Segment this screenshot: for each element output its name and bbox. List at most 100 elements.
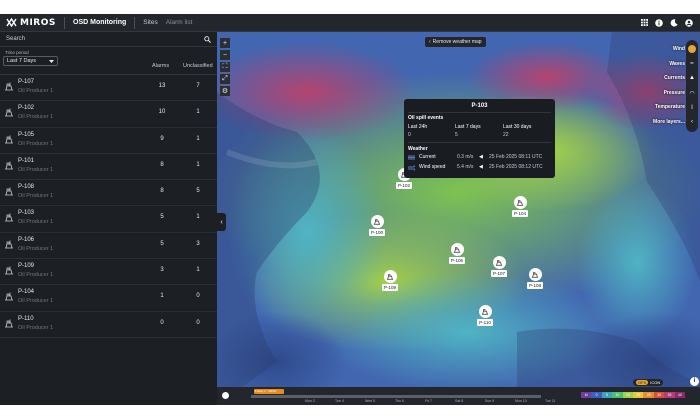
apps-grid-icon[interactable]	[641, 19, 648, 26]
layer-wind[interactable]: Wind	[653, 42, 685, 57]
layer-more[interactable]: More layers...	[653, 115, 685, 130]
site-row[interactable]: P-108 Oil Producer 1 8 5	[0, 180, 217, 207]
chevron-down-icon	[49, 59, 54, 63]
nav-alarm-list[interactable]: Alarm list	[166, 14, 201, 31]
site-marker[interactable]: P-110	[474, 305, 496, 326]
site-marker-label: P-107	[490, 270, 507, 277]
site-name: P-102	[18, 105, 35, 112]
settings-gear-icon[interactable]: ⚙	[220, 86, 230, 96]
miros-logo-icon	[6, 18, 17, 27]
legend-step: kt	[581, 392, 592, 398]
zoom-in-button[interactable]: +	[220, 38, 230, 48]
pressure-icon[interactable]: ◠	[686, 86, 698, 101]
weather-map[interactable]	[217, 32, 700, 405]
site-type: Oil Producer 1	[18, 245, 54, 252]
filters: Time period Last 7 Days Alarms Unclassif…	[0, 47, 217, 75]
site-marker[interactable]: P-108	[524, 268, 546, 289]
site-info-popup: P-103 Oil spill events Last 24h Last 7 d…	[404, 99, 555, 178]
site-row[interactable]: P-103 Oil Producer 1 5 1	[0, 206, 217, 233]
site-alarms-count: 5	[160, 240, 164, 247]
search-input[interactable]: Search	[6, 36, 204, 42]
site-unclassified-count: 3	[196, 240, 200, 247]
search-icon[interactable]	[204, 35, 211, 43]
site-unclassified-count: 1	[196, 109, 200, 116]
layer-waves[interactable]: Waves	[653, 57, 685, 72]
site-marker[interactable]: P-107	[488, 256, 510, 277]
site-alarms-count: 1	[160, 293, 164, 300]
site-marker[interactable]: P-106	[446, 243, 468, 264]
collapse-sidebar-button[interactable]: ‹	[217, 213, 226, 231]
time-period-value: Last 7 Days	[7, 58, 37, 64]
column-header-unclassified[interactable]: Unclassified	[183, 63, 213, 69]
map-zoom-controls: + − ⛶ ⤢ ⚙	[220, 38, 230, 98]
site-marker-label: P-109	[381, 284, 398, 291]
fullscreen-icon[interactable]: ⤢	[220, 74, 230, 84]
dark-mode-icon[interactable]	[670, 18, 678, 27]
period-label: Last 30 days	[503, 124, 532, 130]
legend-step: 25	[643, 392, 654, 398]
site-marker[interactable]: P-100	[366, 215, 388, 236]
layer-temperature[interactable]: Temperature	[653, 100, 685, 115]
play-icon[interactable]	[222, 392, 229, 399]
site-list: P-107 Oil Producer 1 13 7 P-102 Oil Prod…	[0, 75, 217, 338]
info-icon[interactable]: i	[690, 377, 699, 386]
waves-icon[interactable]: ≈	[686, 57, 698, 72]
site-marker[interactable]: P-104	[509, 196, 531, 217]
divider	[408, 142, 551, 143]
legend-step: 5	[601, 392, 613, 398]
model-icon[interactable]: ICON	[650, 380, 660, 385]
info-icon[interactable]	[655, 18, 663, 27]
site-row[interactable]: P-107 Oil Producer 1 13 7	[0, 75, 217, 102]
site-row[interactable]: P-109 Oil Producer 1 3 1	[0, 259, 217, 286]
oil-platform-icon	[5, 161, 13, 170]
sites-sidebar: Search Time period Last 7 Days Alarms Un…	[0, 32, 217, 405]
site-row[interactable]: P-105 Oil Producer 1 9 1	[0, 128, 217, 154]
site-row[interactable]: P-106 Oil Producer 1 5 3	[0, 233, 217, 260]
layer-currents[interactable]: Currents	[653, 71, 685, 86]
timeline-current: Friday 1 · 08:00	[254, 389, 284, 394]
nav-sites[interactable]: Sites	[135, 14, 165, 31]
product-title[interactable]: OSD Monitoring	[65, 14, 134, 31]
current-time: 25 Feb 2025 08:11 UTC	[489, 154, 543, 160]
site-row[interactable]: P-102 Oil Producer 1 10 1	[0, 101, 217, 128]
wind-speed-legend: kt 0 5 10 15 20 25 30 35 40	[581, 392, 686, 398]
chevron-left-icon: ‹	[429, 39, 431, 45]
site-type: Oil Producer 1	[18, 219, 54, 226]
timeline-slider[interactable]	[251, 395, 541, 398]
wind-icon[interactable]	[686, 42, 698, 57]
site-row[interactable]: P-101 Oil Producer 1 8 1	[0, 154, 217, 181]
site-type: Oil Producer 1	[18, 114, 54, 121]
timeline-tick: Sun 9	[485, 399, 495, 403]
site-row[interactable]: P-110 Oil Producer 1 0 0	[0, 312, 217, 338]
site-row[interactable]: P-104 Oil Producer 1 1 0	[0, 285, 217, 312]
site-alarms-count: 0	[160, 319, 164, 326]
site-name: P-103	[18, 210, 35, 217]
more-layers-icon[interactable]: ‹	[686, 115, 698, 130]
direction-arrow-icon: ◀	[479, 164, 483, 170]
model-gfs[interactable]: GFS	[636, 380, 649, 385]
site-marker[interactable]: P-109	[379, 270, 401, 291]
oil-platform-icon	[5, 292, 13, 301]
measure-icon[interactable]: ⛶	[220, 62, 230, 72]
column-header-alarms[interactable]: Alarms	[152, 63, 169, 69]
oil-platform-icon	[5, 319, 13, 328]
site-name: P-108	[18, 184, 35, 191]
site-unclassified-count: 1	[196, 135, 200, 142]
user-account-icon[interactable]	[685, 18, 693, 27]
weather-layer-menu: Wind Waves Currents Pressure Temperature…	[653, 42, 685, 130]
temperature-icon[interactable]: ǀ	[686, 100, 698, 115]
oil-platform-icon	[5, 240, 13, 249]
layer-pressure[interactable]: Pressure	[653, 86, 685, 101]
remove-weather-map-button[interactable]: ‹ Remove weather map	[425, 37, 486, 47]
model-selector[interactable]: GFS ICON	[633, 379, 664, 386]
legend-step: 0	[591, 392, 602, 398]
time-period-label: Time period	[5, 50, 29, 55]
logo[interactable]: MIROS	[0, 14, 64, 31]
search-bar[interactable]: Search	[0, 32, 217, 47]
currents-icon[interactable]: ▲	[686, 71, 698, 86]
popup-title: P-103	[471, 103, 488, 109]
direction-arrow-icon: ◀	[479, 154, 483, 160]
site-type: Oil Producer 1	[18, 140, 54, 147]
zoom-out-button[interactable]: −	[220, 50, 230, 60]
time-period-select[interactable]: Last 7 Days	[3, 56, 58, 66]
